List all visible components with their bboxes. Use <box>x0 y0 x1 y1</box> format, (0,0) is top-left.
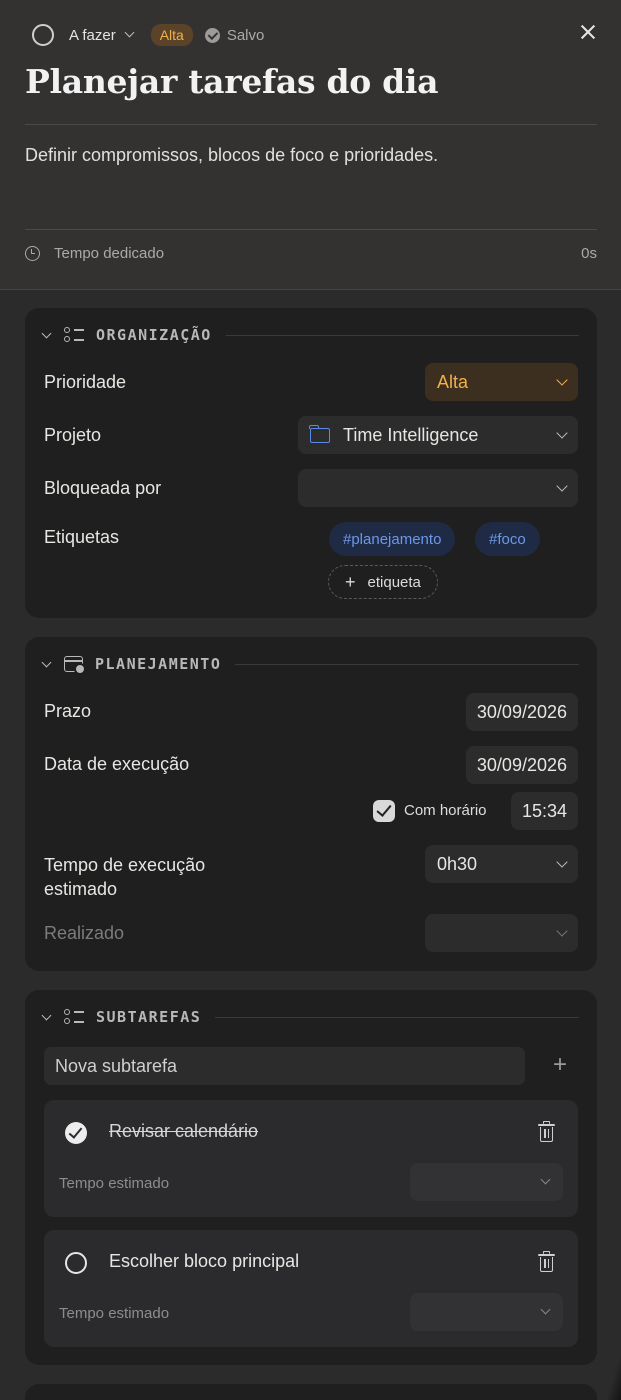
chevron-down-icon <box>556 373 568 386</box>
subtask-estimate-label: Tempo estimado <box>59 1305 170 1322</box>
add-subtask-button[interactable]: + <box>553 1051 567 1079</box>
new-subtask-input[interactable]: Nova subtarefa <box>44 1047 525 1085</box>
blocked-by-label: Bloqueada por <box>44 478 162 498</box>
organization-section: ORGANIZAÇÃO Prioridade Alta Projeto Time… <box>25 308 597 618</box>
project-select[interactable]: Time Intelligence <box>298 416 578 454</box>
with-time-label: Com horário <box>404 802 487 819</box>
divider <box>25 124 597 125</box>
next-section <box>25 1384 597 1400</box>
chevron-down-icon[interactable] <box>41 1010 52 1020</box>
plus-icon: + <box>345 571 356 592</box>
chevron-down-icon <box>556 924 568 937</box>
chevron-down-icon[interactable] <box>41 657 52 667</box>
check-circle-icon <box>204 27 220 43</box>
blocked-by-select[interactable] <box>298 469 578 507</box>
section-divider <box>225 334 579 336</box>
execution-date-label: Data de execução <box>44 754 190 774</box>
deadline-label: Prazo <box>44 701 92 721</box>
chevron-down-icon <box>556 426 568 439</box>
execution-date-input[interactable]: 30/09/2026 <box>465 746 578 784</box>
priority-label: Prioridade <box>44 372 127 392</box>
section-title: ORGANIZAÇÃO <box>96 326 212 344</box>
chevron-down-icon[interactable] <box>124 27 135 38</box>
subtask-unchecked-icon[interactable] <box>65 1252 87 1274</box>
chevron-down-icon <box>556 855 568 868</box>
timer-icon <box>25 246 40 261</box>
time-spent-value: 0s <box>581 245 597 262</box>
close-icon[interactable] <box>579 22 597 42</box>
realized-label: Realizado <box>44 923 125 943</box>
time-spent-row: Tempo dedicado 0s <box>25 245 597 262</box>
organization-header[interactable]: ORGANIZAÇÃO <box>41 308 579 362</box>
chevron-down-icon <box>556 479 568 492</box>
tag-chip[interactable]: #planejamento <box>329 522 456 556</box>
planning-header[interactable]: PLANEJAMENTO <box>41 637 579 691</box>
add-tag-label: etiqueta <box>367 573 421 591</box>
chevron-down-icon[interactable] <box>41 328 52 338</box>
subtasks-header[interactable]: SUBTAREFAS <box>41 990 579 1044</box>
tags-label: Etiquetas <box>44 527 120 547</box>
window-corner <box>607 1356 621 1400</box>
estimated-time-label: Tempo de execução estimado <box>44 855 206 899</box>
project-label: Projeto <box>44 425 102 445</box>
status-dropdown[interactable]: A fazer <box>69 27 116 44</box>
section-title: PLANEJAMENTO <box>95 655 222 673</box>
subtask-checked-icon[interactable] <box>65 1122 87 1144</box>
with-time-checkbox[interactable] <box>373 800 395 822</box>
add-tag-button[interactable]: + etiqueta <box>328 565 438 599</box>
project-value: Time Intelligence <box>343 424 479 445</box>
section-title: SUBTAREFAS <box>96 1008 202 1026</box>
list-icon <box>64 1009 84 1025</box>
complete-toggle-icon[interactable] <box>32 24 54 46</box>
subtask-estimate-select[interactable] <box>410 1293 563 1331</box>
calendar-icon <box>64 656 86 675</box>
task-title[interactable]: Planejar tarefas do dia <box>25 62 439 101</box>
trash-icon[interactable] <box>538 1121 555 1142</box>
realized-select[interactable] <box>425 914 578 952</box>
divider <box>25 229 597 230</box>
planning-section: PLANEJAMENTO Prazo 30/09/2026 Data de ex… <box>25 637 597 971</box>
trash-icon[interactable] <box>538 1251 555 1272</box>
tag-chip[interactable]: #foco <box>475 522 540 556</box>
priority-badge: Alta <box>150 24 193 46</box>
subtask-title[interactable]: Revisar calendário <box>109 1121 258 1142</box>
subtask-estimate-label: Tempo estimado <box>59 1175 170 1192</box>
task-header: A fazer Alta Salvo Planejar tarefas do d… <box>0 0 621 290</box>
priority-value: Alta <box>437 371 469 392</box>
task-description[interactable]: Definir compromissos, blocos de foco e p… <box>25 145 438 166</box>
saved-status: Salvo <box>226 26 265 44</box>
section-divider <box>215 1016 579 1018</box>
time-input[interactable]: 15:34 <box>510 792 578 830</box>
estimated-time-select[interactable]: 0h30 <box>425 845 578 883</box>
chevron-down-icon <box>540 1174 551 1185</box>
status-row: A fazer Alta Salvo <box>32 22 264 48</box>
estimated-time-value: 0h30 <box>437 853 478 874</box>
subtask-title[interactable]: Escolher bloco principal <box>109 1251 299 1272</box>
priority-select[interactable]: Alta <box>425 363 578 401</box>
deadline-input[interactable]: 30/09/2026 <box>465 693 578 731</box>
time-spent-label: Tempo dedicado <box>54 245 165 262</box>
list-icon <box>64 327 84 343</box>
subtask-item: Revisar calendário Tempo estimado <box>44 1100 578 1217</box>
subtask-item: Escolher bloco principal Tempo estimado <box>44 1230 578 1347</box>
subtask-estimate-select[interactable] <box>410 1163 563 1201</box>
chevron-down-icon <box>540 1304 551 1315</box>
folder-icon <box>309 424 330 443</box>
section-divider <box>235 663 579 665</box>
subtasks-section: SUBTAREFAS Nova subtarefa + Revisar cale… <box>25 990 597 1365</box>
